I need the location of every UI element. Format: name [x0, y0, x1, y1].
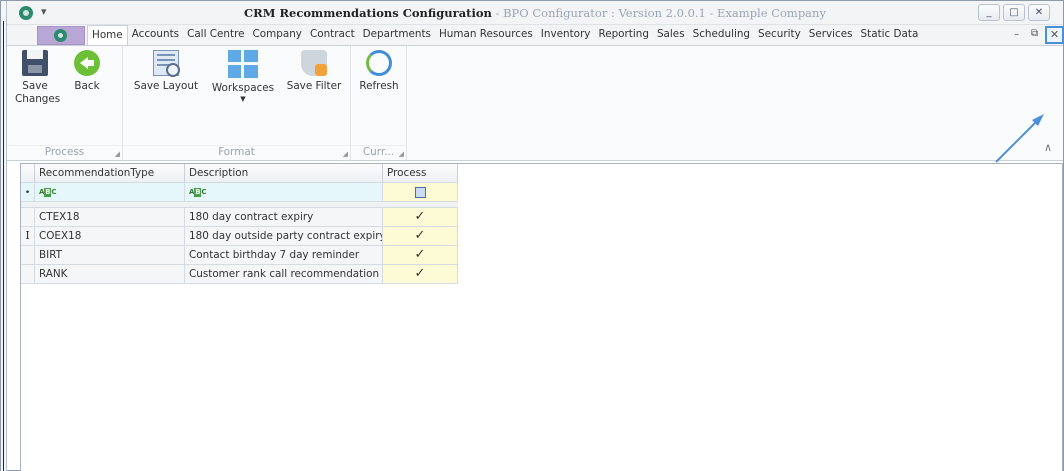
abc-filter-icon: ABC: [189, 187, 207, 197]
checkmark-icon: ✓: [414, 247, 426, 262]
tab-human-resources[interactable]: Human Resources: [435, 25, 537, 45]
cell-process-checkbox[interactable]: ✓: [383, 265, 458, 284]
mdi-close-button[interactable]: ✕: [1045, 26, 1064, 44]
group-launcher-icon[interactable]: ◢: [399, 150, 404, 158]
title-bar[interactable]: ▾ CRM Recommendations Configuration - BP…: [7, 1, 1063, 25]
filter-recommendation-type[interactable]: ABC: [35, 183, 185, 202]
tab-company[interactable]: Company: [249, 25, 306, 45]
workspaces-label: Workspaces: [211, 82, 275, 94]
row-indicator: [21, 246, 35, 265]
filter-process[interactable]: [383, 183, 458, 202]
row-indicator: [21, 208, 35, 227]
row-indicator: I: [21, 227, 35, 246]
annotation-arrow-icon: [995, 114, 1044, 163]
tab-departments[interactable]: Departments: [359, 25, 435, 45]
window-minimize-button[interactable]: _: [978, 4, 1000, 21]
window-title: CRM Recommendations Configuration - BPO …: [7, 6, 1063, 20]
cell-description[interactable]: Contact birthday 7 day reminder: [185, 246, 383, 265]
cell-recommendation-type[interactable]: CTEX18: [35, 208, 185, 227]
checkmark-icon: ✓: [414, 228, 426, 243]
filter-description[interactable]: ABC: [185, 183, 383, 202]
checkmark-icon: ✓: [414, 266, 426, 281]
tab-services[interactable]: Services: [805, 25, 857, 45]
row-indicator: [21, 265, 35, 284]
tab-security[interactable]: Security: [754, 25, 805, 45]
workspaces-button[interactable]: Workspaces ▼: [207, 50, 279, 103]
ribbon-tab-bar: Home Accounts Call Centre Company Contra…: [7, 25, 1064, 45]
app-orb-icon: [54, 29, 67, 42]
cell-description[interactable]: Customer rank call recommendation: [185, 265, 383, 284]
application-window: ▾ CRM Recommendations Configuration - BP…: [0, 0, 1064, 471]
mdi-restore-button[interactable]: ⧉: [1031, 28, 1038, 39]
grid-header-indicator: [21, 164, 35, 183]
window-close-button[interactable]: ✕: [1028, 4, 1050, 21]
checkmark-icon: ✓: [414, 209, 426, 224]
save-filter-icon: [301, 50, 327, 76]
save-layout-icon: [153, 50, 180, 77]
cell-recommendation-type[interactable]: COEX18: [35, 227, 185, 246]
refresh-icon: [366, 50, 392, 76]
workspaces-dropdown-icon: ▼: [240, 95, 246, 103]
tab-accounts[interactable]: Accounts: [128, 25, 183, 45]
tab-contract[interactable]: Contract: [306, 25, 359, 45]
tab-reporting[interactable]: Reporting: [594, 25, 653, 45]
abc-filter-icon: ABC: [39, 187, 57, 197]
save-layout-label: Save Layout: [133, 80, 199, 92]
application-menu-button[interactable]: [37, 26, 85, 45]
save-icon: [22, 50, 48, 76]
cell-recommendation-type[interactable]: RANK: [35, 265, 185, 284]
mdi-minimize-button[interactable]: –: [1014, 29, 1019, 40]
ribbon-group-label-format: Format: [123, 145, 350, 159]
tab-sales[interactable]: Sales: [653, 25, 689, 45]
tab-scheduling[interactable]: Scheduling: [689, 25, 754, 45]
save-filter-label: Save Filter: [286, 80, 342, 92]
window-title-main: CRM Recommendations Configuration: [244, 6, 492, 20]
text-cursor-icon: I: [25, 229, 30, 242]
ribbon-panel: Save Changes Back Process ◢ Save Layout …: [7, 45, 1063, 163]
filter-checkbox-icon: [414, 187, 426, 198]
column-header-recommendation-type[interactable]: RecommendationType: [35, 164, 185, 183]
workspaces-icon: [228, 50, 258, 78]
cell-process-checkbox[interactable]: ✓: [383, 246, 458, 265]
ribbon-group-label-process: Process: [7, 145, 122, 159]
column-header-process[interactable]: Process: [383, 164, 458, 183]
save-layout-button[interactable]: Save Layout: [131, 50, 201, 93]
save-changes-label-line2: Changes: [15, 93, 61, 105]
save-changes-button[interactable]: Save Changes: [15, 50, 61, 106]
cell-description[interactable]: 180 day contract expiry: [185, 208, 383, 227]
back-button[interactable]: Back: [69, 50, 105, 93]
window-maximize-button[interactable]: □: [1003, 4, 1025, 21]
back-icon: [74, 50, 100, 76]
ribbon-group-current: Refresh Curr... ◢: [351, 46, 407, 161]
column-header-description[interactable]: Description: [185, 164, 383, 183]
group-launcher-icon[interactable]: ◢: [115, 150, 120, 158]
tab-inventory[interactable]: Inventory: [537, 25, 595, 45]
tab-home[interactable]: Home: [87, 25, 128, 45]
cell-recommendation-type[interactable]: BIRT: [35, 246, 185, 265]
ribbon-tabs: Home Accounts Call Centre Company Contra…: [87, 25, 922, 45]
cell-process-checkbox[interactable]: ✓: [383, 227, 458, 246]
window-title-sub: - BPO Configurator : Version 2.0.0.1 - E…: [491, 6, 826, 20]
refresh-button[interactable]: Refresh: [357, 50, 401, 93]
save-filter-button[interactable]: Save Filter: [283, 50, 345, 93]
ribbon-group-format: Save Layout Workspaces ▼ Save Filter For…: [123, 46, 351, 161]
cell-process-checkbox[interactable]: ✓: [383, 208, 458, 227]
group-launcher-icon[interactable]: ◢: [343, 150, 348, 158]
tab-static-data[interactable]: Static Data: [857, 25, 923, 45]
save-changes-label-line1: Save: [22, 80, 48, 92]
cell-description[interactable]: 180 day outside party contract expiry: [185, 227, 383, 246]
recommendations-grid[interactable]: RecommendationType Description Process •…: [20, 163, 1063, 471]
back-label: Back: [74, 80, 100, 92]
refresh-label: Refresh: [359, 80, 399, 92]
ribbon-group-process: Save Changes Back Process ◢: [7, 46, 123, 161]
filter-pin-icon: •: [21, 183, 35, 202]
tab-call-centre[interactable]: Call Centre: [183, 25, 248, 45]
grid-header-row: RecommendationType Description Process: [21, 164, 1064, 183]
